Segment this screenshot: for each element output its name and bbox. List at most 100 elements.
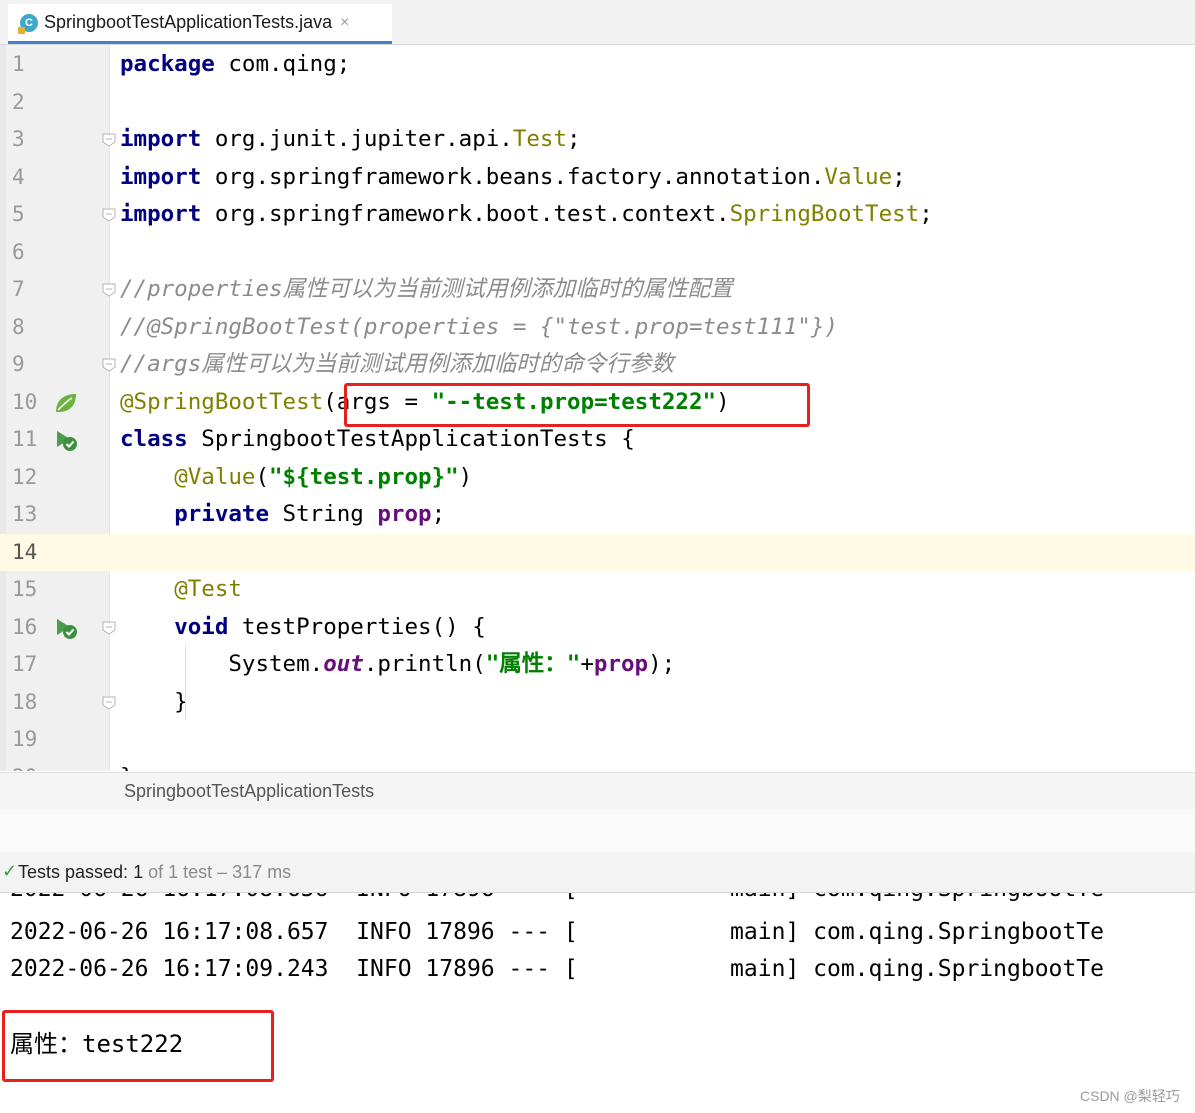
code-line[interactable]: 14 [0, 533, 1195, 571]
code-text: package com.qing; [120, 46, 350, 84]
code-token: ; [431, 501, 446, 527]
line-number: 4 [12, 164, 25, 189]
line-number: 3 [12, 127, 25, 151]
code-line[interactable]: 9 //args属性可以为当前测试用例添加临时的命令行参数 [0, 346, 1195, 384]
code-line[interactable]: 20} [0, 759, 1195, 772]
code-line[interactable]: 12 @Value("${test.prop}") [0, 459, 1195, 497]
code-text: import org.springframework.beans.factory… [120, 159, 906, 197]
console-output[interactable]: 2022-06-26 16:17:08.656 INFO 17896 --- [… [0, 893, 1195, 1113]
indent-guide [185, 645, 186, 720]
code-text: import org.junit.jupiter.api.Test; [120, 121, 581, 159]
code-line[interactable]: 3 import org.junit.jupiter.api.Test; [0, 121, 1195, 159]
code-token: import [120, 163, 202, 190]
code-line[interactable]: 16 void testProperties() { [0, 609, 1195, 647]
run-test-icon[interactable] [53, 427, 79, 453]
code-token: 属性可以为当前测试用例添加临时的属性配置 [282, 276, 733, 302]
fold-marker-icon[interactable] [101, 695, 117, 711]
code-token: ; [919, 201, 933, 227]
spring-bean-icon[interactable] [53, 390, 79, 416]
code-text: //args属性可以为当前测试用例添加临时的命令行参数 [120, 346, 674, 384]
line-number: 8 [12, 314, 25, 339]
run-test-icon[interactable] [53, 615, 79, 641]
code-token: "${test.prop}" [269, 463, 459, 490]
code-editor[interactable]: 1 package com.qing; 2 3 import org.junit.jup… [0, 45, 1195, 771]
line-number: 14 [12, 539, 38, 564]
code-token: void [174, 613, 229, 640]
fold-marker-icon[interactable] [101, 282, 117, 298]
line-number: 2 [12, 89, 25, 114]
code-token: testProperties() { [228, 613, 486, 640]
close-icon[interactable]: × [340, 14, 349, 32]
line-number: 19 [12, 727, 38, 751]
code-token: System. [120, 651, 324, 677]
code-text: @Value("${test.prop}") [120, 459, 472, 497]
code-token: Value [824, 163, 893, 190]
annotation-highlight-box [344, 383, 810, 427]
line-number: 5 [12, 202, 25, 226]
code-token: //@SpringBootTest(properties = {"test.pr… [120, 313, 838, 340]
line-number: 9 [12, 352, 25, 376]
code-token: com.qing; [214, 51, 351, 77]
code-text: //@SpringBootTest(properties = {"test.pr… [120, 309, 838, 347]
line-number: 13 [12, 502, 38, 526]
code-token: String [269, 501, 378, 527]
code-text: System.out.println("属性："+prop); [120, 646, 675, 684]
code-token: ; [892, 163, 906, 190]
code-line[interactable]: 15 @Test [0, 571, 1195, 609]
code-line[interactable]: 7 //properties属性可以为当前测试用例添加临时的属性配置 [0, 271, 1195, 309]
code-token: ( [255, 463, 270, 490]
code-line[interactable]: 17 System.out.println("属性："+prop); [0, 646, 1195, 684]
code-token: @Test [174, 576, 242, 602]
fold-marker-icon[interactable] [101, 207, 117, 223]
editor-tab-bar: C SpringbootTestApplicationTests.java × [0, 0, 1195, 45]
code-line[interactable]: 18 } [0, 684, 1195, 722]
code-line[interactable]: 4 import org.springframework.beans.factor… [0, 159, 1195, 197]
code-text: import org.springframework.boot.test.con… [120, 196, 933, 234]
line-number: 18 [12, 689, 38, 714]
code-token: org.springframework.beans.factory.annota… [201, 163, 825, 190]
java-class-icon: C [18, 13, 38, 34]
code-line[interactable]: 13 private String prop; [0, 496, 1195, 534]
code-token: ; [567, 126, 581, 152]
code-text: @Test [120, 571, 242, 609]
code-token: private [174, 501, 270, 527]
line-number: 11 [12, 427, 38, 451]
code-token: org.junit.jupiter.api. [201, 126, 513, 152]
line-number: 20 [12, 759, 52, 772]
tab-springboot-test[interactable]: C SpringbootTestApplicationTests.java × [8, 4, 392, 44]
fold-marker-icon[interactable] [101, 357, 117, 373]
fold-marker-icon[interactable] [101, 620, 117, 636]
code-token: SpringBootTest [729, 201, 920, 227]
code-token: + [580, 651, 594, 677]
code-text: } [120, 684, 188, 722]
code-token: prop [377, 501, 432, 527]
code-text: //properties属性可以为当前测试用例添加临时的属性配置 [120, 271, 733, 309]
code-line[interactable]: 2 [0, 84, 1195, 122]
breadcrumb[interactable]: SpringbootTestApplicationTests [0, 772, 1195, 811]
code-token: //properties [120, 276, 283, 302]
code-line[interactable]: 5 import org.springframework.boot.test.co… [0, 196, 1195, 234]
fold-marker-icon[interactable] [101, 132, 117, 148]
code-line[interactable]: 19 [0, 721, 1195, 759]
log-line: 2022-06-26 16:17:08.657 INFO 17896 --- [… [10, 919, 1104, 945]
breadcrumb-class[interactable]: SpringbootTestApplicationTests [124, 781, 374, 802]
status-label: Tests passed: [18, 862, 129, 882]
code-text: private String prop; [120, 496, 445, 534]
code-line[interactable]: 6 [0, 234, 1195, 272]
line-number: 12 [12, 464, 38, 489]
code-line[interactable]: 8 //@SpringBootTest(properties = {"test.p… [0, 309, 1195, 347]
line-number: 16 [12, 614, 38, 639]
code-line[interactable]: 1 package com.qing; [0, 46, 1195, 84]
code-token: } [120, 764, 134, 772]
code-token: ); [648, 651, 676, 677]
output-highlight-box [2, 1010, 274, 1082]
code-token: "属性：" [485, 651, 581, 677]
code-token: //args [120, 351, 202, 377]
tab-label: SpringbootTestApplicationTests.java [44, 12, 333, 32]
check-icon: ✓ [2, 861, 18, 882]
code-token: out [323, 651, 364, 677]
